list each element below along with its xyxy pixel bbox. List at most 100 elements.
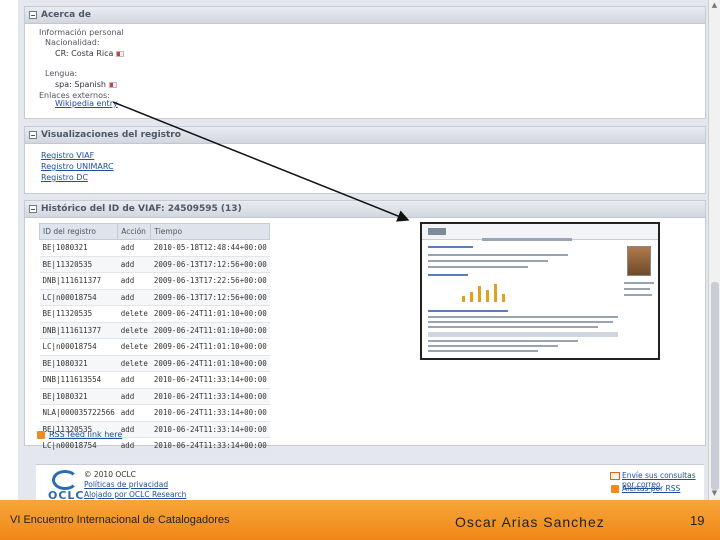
about-title: Acerca de <box>41 10 91 20</box>
scroll-thumb[interactable] <box>711 282 719 490</box>
oclc-logo-circle-icon <box>52 470 78 490</box>
table-cell: DNB|111611377 <box>39 272 118 290</box>
history-title: Histórico del ID de VIAF: 24509595 (13) <box>41 204 242 214</box>
history-table: ID del registro Acción Tiempo BE|1080321… <box>38 223 271 455</box>
table-cell: NLA|000035722566 <box>39 404 118 422</box>
table-cell: DNB|111611377 <box>39 322 118 339</box>
dc-record-link[interactable]: Registro DC <box>41 173 88 182</box>
table-cell: delete <box>117 338 151 356</box>
table-cell: add <box>117 371 151 389</box>
about-header[interactable]: Acerca de <box>25 7 705 24</box>
nationality-value: CR: Costa Rica <box>55 49 125 58</box>
thumb-line <box>428 340 578 342</box>
mail-icon <box>610 472 620 480</box>
thumb-line <box>624 282 654 284</box>
thumb-line <box>428 254 568 256</box>
table-row: DNB|111611377 add 2009-06-13T17:22:56+00:0… <box>39 272 270 290</box>
table-cell: 2009-06-24T11:01:10+00:00 <box>150 338 270 356</box>
about-section: Acerca de Información personal Nacionali… <box>24 6 706 119</box>
table-cell: add <box>117 421 151 438</box>
table-cell: add <box>117 437 151 455</box>
scroll-down-icon[interactable]: ▼ <box>709 488 720 499</box>
collapse-icon[interactable] <box>29 205 37 213</box>
table-cell: 2010-06-24T11:33:14+00:00 <box>150 388 270 405</box>
table-cell: 2009-06-13T17:12:56+00:00 <box>150 289 270 306</box>
thumb-line <box>428 316 618 318</box>
thumb-line <box>428 326 598 328</box>
slide-number: 19 <box>690 513 705 528</box>
table-cell: 2010-06-24T11:33:14+00:00 <box>150 437 270 455</box>
thumb-logo <box>428 228 446 235</box>
table-cell: LC|n00018754 <box>39 338 118 356</box>
thumb-chart-bar <box>494 284 497 302</box>
table-cell: 2010-05-18T12:48:44+00:00 <box>150 239 270 257</box>
vertical-scrollbar[interactable]: ▲ ▼ <box>708 0 720 500</box>
unimarc-record-link[interactable]: Registro UNIMARC <box>41 162 114 171</box>
thumb-chart-bar <box>502 294 505 302</box>
language-value: spa: Spanish <box>55 80 117 89</box>
rss-alerts-link[interactable]: Alertas por RSS <box>622 484 680 493</box>
record-views-section: Visualizaciones del registro Registro VI… <box>24 126 706 194</box>
table-row: BE|1080321 delete 2009-06-24T11:01:10+00:0… <box>39 355 270 372</box>
thumb-portrait-image <box>627 246 651 276</box>
table-cell: delete <box>117 355 151 372</box>
copyright-text: © 2010 OCLC <box>84 470 136 479</box>
personal-info-label: Información personal <box>39 28 124 37</box>
oclc-logo[interactable]: OCLC <box>46 470 86 502</box>
table-cell: BE|1080321 <box>39 239 118 257</box>
thumb-bar <box>428 332 618 337</box>
table-cell: 2009-06-24T11:01:10+00:00 <box>150 305 270 323</box>
thumb-line <box>428 274 468 276</box>
thumb-line <box>428 321 613 323</box>
table-cell: 2009-06-24T11:01:10+00:00 <box>150 355 270 372</box>
thumb-line <box>428 246 473 248</box>
table-cell: 2009-06-13T17:12:56+00:00 <box>150 256 270 273</box>
table-row: NLA|000035722566 add 2010-06-24T11:33:14+0… <box>39 404 270 422</box>
table-cell: delete <box>117 305 151 323</box>
table-row: BE|1080321 add 2010-05-18T12:48:44+00:00 <box>39 239 270 257</box>
table-row: LC|n00018754 add 2009-06-13T17:12:56+00:00 <box>39 289 270 306</box>
thumb-line <box>624 294 652 296</box>
table-cell: 2010-06-24T11:33:14+00:00 <box>150 421 270 438</box>
scroll-up-icon[interactable]: ▲ <box>709 0 720 11</box>
table-cell: 2009-06-24T11:01:10+00:00 <box>150 322 270 339</box>
column-header: Acción <box>117 223 152 240</box>
thumb-line <box>428 350 538 352</box>
wikipedia-link[interactable]: Wikipedia entry <box>55 99 118 108</box>
thumb-chart-bar <box>470 292 473 302</box>
table-cell: 2010-06-24T11:33:14+00:00 <box>150 404 270 422</box>
rss-icon <box>37 431 45 439</box>
table-cell: BE|11320535 <box>39 305 118 323</box>
collapse-icon[interactable] <box>29 11 37 19</box>
collapse-icon[interactable] <box>29 131 37 139</box>
viaf-record-link[interactable]: Registro VIAF <box>41 151 94 160</box>
slide-footer: VI Encuentro Internacional de Catalogado… <box>0 500 720 540</box>
table-row: DNB|111613554 add 2010-06-24T11:33:14+00:0… <box>39 371 270 389</box>
nationality-text: CR: Costa Rica <box>55 49 114 58</box>
table-header-row: ID del registro Acción Tiempo <box>38 223 271 240</box>
table-cell: add <box>117 272 151 290</box>
privacy-link[interactable]: Políticas de privacidad <box>84 480 168 489</box>
table-cell: add <box>117 256 151 273</box>
thumb-line <box>428 310 508 312</box>
column-header: Tiempo <box>150 223 271 240</box>
table-cell: 2009-06-13T17:22:56+00:00 <box>150 272 270 290</box>
language-label: Lengua: <box>45 69 78 78</box>
table-cell: add <box>117 289 151 306</box>
table-row: LC|n00018754 delete 2009-06-24T11:01:10+00… <box>39 338 270 356</box>
history-header[interactable]: Histórico del ID de VIAF: 24509595 (13) <box>25 201 705 218</box>
event-name: VI Encuentro Internacional de Catalogado… <box>10 514 230 526</box>
thumb-chart <box>442 282 522 302</box>
hosted-by-link[interactable]: Alojado por OCLC Research <box>84 490 186 499</box>
flag-icon <box>116 50 125 57</box>
nationality-label: Nacionalidad: <box>45 38 100 47</box>
history-table-body: BE|1080321 add 2010-05-18T12:48:44+00:00 BE… <box>39 239 270 455</box>
table-row: LC|n00018754 add 2010-06-24T11:33:14+00:00 <box>39 437 270 455</box>
table-cell: BE|1080321 <box>39 388 118 405</box>
rss-feed-link[interactable]: RSS feed link here <box>49 430 122 439</box>
table-cell: LC|n00018754 <box>39 289 118 306</box>
table-row: BE|11320535 add 2009-06-13T17:12:56+00:00 <box>39 256 270 273</box>
language-text: spa: Spanish <box>55 80 106 89</box>
table-cell: add <box>117 404 151 422</box>
record-views-header[interactable]: Visualizaciones del registro <box>25 127 705 144</box>
